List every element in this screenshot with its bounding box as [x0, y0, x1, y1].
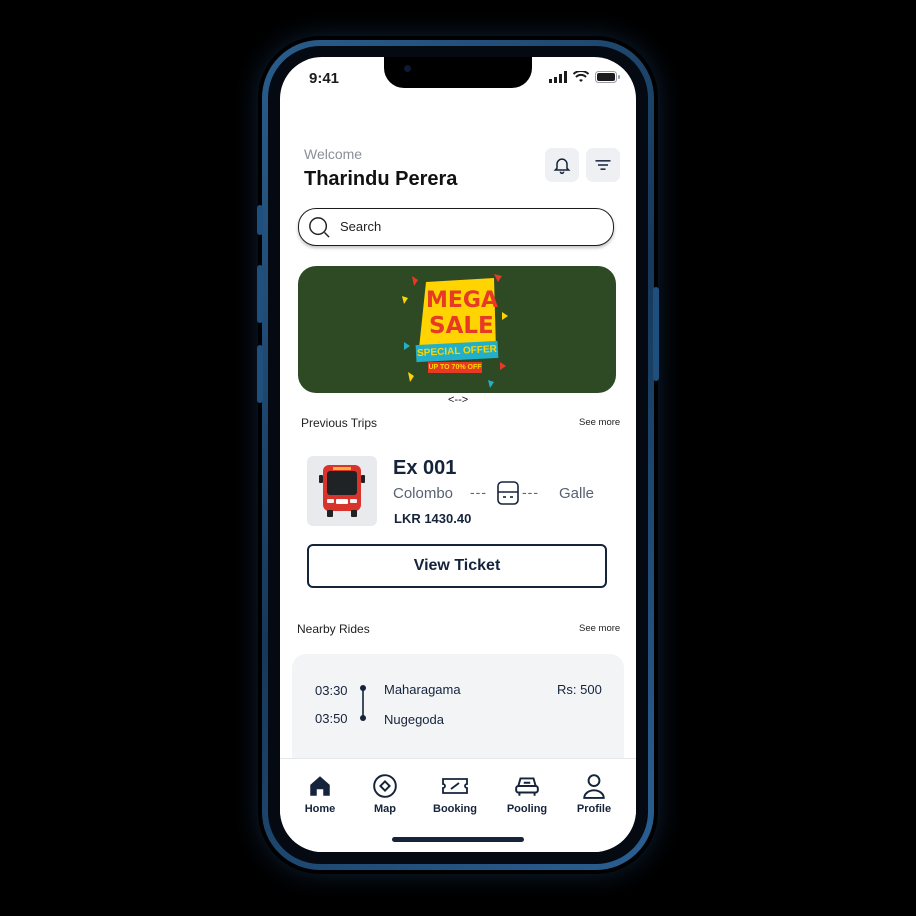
- ride-price: Rs: 500: [557, 682, 602, 697]
- trip-price: LKR 1430.40: [394, 511, 472, 526]
- battery-icon: [595, 71, 620, 83]
- route-timeline-icon: [360, 685, 366, 721]
- trip-code: Ex 001: [393, 457, 457, 479]
- bus-icon: [319, 465, 365, 517]
- filter-button[interactable]: [586, 148, 620, 182]
- user-icon: [583, 774, 605, 799]
- status-time: 9:41: [309, 70, 340, 87]
- notifications-button[interactable]: [545, 148, 579, 182]
- nearby-rides-see-more[interactable]: See more: [579, 623, 620, 634]
- nearby-rides-title: Nearby Rides: [297, 622, 370, 636]
- wifi-icon: [573, 71, 589, 82]
- search-placeholder: Search: [340, 219, 382, 234]
- previous-trips-title: Previous Trips: [301, 416, 378, 430]
- banner-title-line2: SALE: [429, 313, 494, 339]
- nav-profile[interactable]: Profile: [562, 773, 626, 815]
- search-icon: [309, 217, 330, 238]
- phone-side-button: [257, 205, 263, 235]
- nav-home[interactable]: Home: [288, 773, 352, 815]
- nav-map[interactable]: Map: [353, 773, 417, 815]
- trip-destination: Galle: [559, 485, 595, 502]
- ride-destination: Nugegoda: [384, 712, 444, 727]
- phone-volume-down: [257, 345, 263, 403]
- nav-map-label: Map: [374, 803, 396, 815]
- route-connector-right: ---: [522, 484, 539, 500]
- route-connector-left: ---: [470, 484, 487, 500]
- signal-icon: [549, 71, 567, 83]
- view-ticket-button[interactable]: View Ticket: [307, 544, 607, 588]
- ride-depart-time: 03:30: [315, 683, 348, 698]
- bus-front-icon: [497, 481, 519, 505]
- nav-pooling-label: Pooling: [506, 803, 548, 815]
- nav-booking[interactable]: Booking: [423, 773, 487, 815]
- phone-volume-up: [257, 265, 263, 323]
- car-icon: [515, 777, 539, 796]
- swipe-hint: <-->: [448, 394, 469, 406]
- trip-origin: Colombo: [393, 485, 454, 502]
- banner-subtitle: UP TO 70% OFF: [428, 362, 482, 373]
- camera-dot: [404, 65, 411, 72]
- ride-arrive-time: 03:50: [315, 711, 348, 726]
- app-screen: 9:41 Welcome Tharindu Perera Search MEGA…: [280, 57, 636, 852]
- nav-home-label: Home: [304, 803, 336, 815]
- search-input[interactable]: Search: [298, 208, 614, 246]
- home-icon: [310, 776, 330, 796]
- nav-pooling[interactable]: Pooling: [495, 773, 559, 815]
- promo-banner[interactable]: MEGA SALE SPECIAL OFFER UP TO 70% OFF: [298, 266, 616, 393]
- user-name: Tharindu Perera: [304, 168, 458, 190]
- notch: [384, 57, 532, 88]
- home-indicator: [392, 837, 524, 842]
- nav-booking-label: Booking: [433, 803, 477, 815]
- status-icons: [549, 71, 620, 83]
- compass-icon: [373, 774, 397, 798]
- welcome-label: Welcome: [304, 146, 363, 162]
- nav-profile-label: Profile: [576, 803, 612, 815]
- ride-origin: Maharagama: [384, 682, 461, 697]
- ticket-icon: [442, 778, 468, 794]
- previous-trips-see-more[interactable]: See more: [579, 417, 620, 428]
- filter-icon: [595, 160, 611, 170]
- bell-icon: [553, 158, 571, 175]
- bus-thumbnail: [307, 456, 377, 526]
- phone-power-button: [653, 287, 659, 381]
- banner-title-line1: MEGA: [426, 288, 499, 313]
